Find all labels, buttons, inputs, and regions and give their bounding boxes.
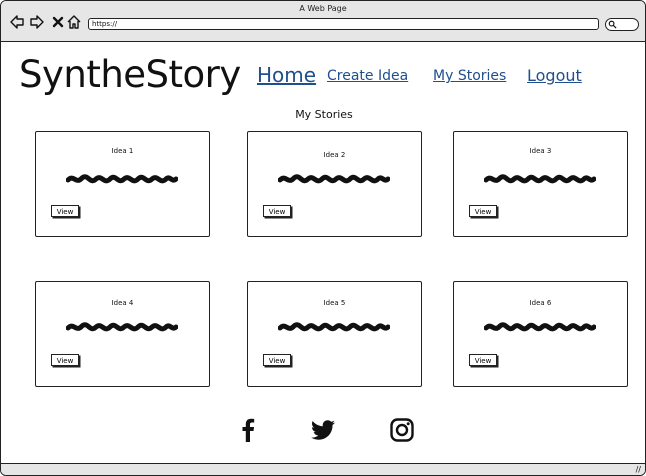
browser-search-field[interactable] [605,18,639,31]
facebook-icon[interactable] [235,417,261,443]
story-card: Idea 5 View [247,281,422,387]
card-title: Idea 4 [111,299,134,307]
home-icon[interactable] [66,14,82,30]
twitter-icon[interactable] [310,417,336,443]
window-title: A Web Page [299,4,347,13]
text-placeholder-scribble [484,174,596,184]
view-button[interactable]: View [51,205,79,217]
text-placeholder-scribble [278,174,390,184]
site-logo[interactable]: SyntheStory [19,53,241,96]
story-card: Idea 1 View [35,131,210,237]
status-bar: // [1,463,645,475]
browser-window: A Web Page https:// SyntheStory Home Cre… [0,0,646,476]
card-title: Idea 2 [323,151,346,159]
story-card: Idea 4 View [35,281,210,387]
close-icon[interactable] [50,14,66,30]
text-placeholder-scribble [484,322,596,332]
view-button[interactable]: View [263,354,291,366]
card-title: Idea 6 [529,299,552,307]
section-title: My Stories [295,108,353,121]
card-title: Idea 1 [111,147,134,155]
card-title: Idea 5 [323,299,346,307]
nav-home-link[interactable]: Home [257,63,316,87]
story-card: Idea 6 View [453,281,628,387]
view-button[interactable]: View [263,205,291,217]
nav-logout-link[interactable]: Logout [527,66,582,85]
browser-toolbar: A Web Page https:// [1,1,645,42]
text-placeholder-scribble [278,322,390,332]
view-button[interactable]: View [469,205,497,217]
view-button[interactable]: View [51,354,79,366]
view-button[interactable]: View [469,354,497,366]
nav-create-idea-link[interactable]: Create Idea [327,68,408,84]
instagram-icon[interactable] [389,417,415,443]
forward-icon[interactable] [29,14,45,30]
address-bar[interactable]: https:// [88,18,599,30]
nav-my-stories-link[interactable]: My Stories [433,68,506,84]
resize-grip-icon[interactable]: // [636,465,641,474]
card-title: Idea 3 [529,147,552,155]
search-icon [608,20,617,29]
story-card: Idea 3 View [453,131,628,237]
text-placeholder-scribble [66,322,178,332]
back-icon[interactable] [9,14,25,30]
story-card: Idea 2 View [247,131,422,237]
text-placeholder-scribble [66,174,178,184]
